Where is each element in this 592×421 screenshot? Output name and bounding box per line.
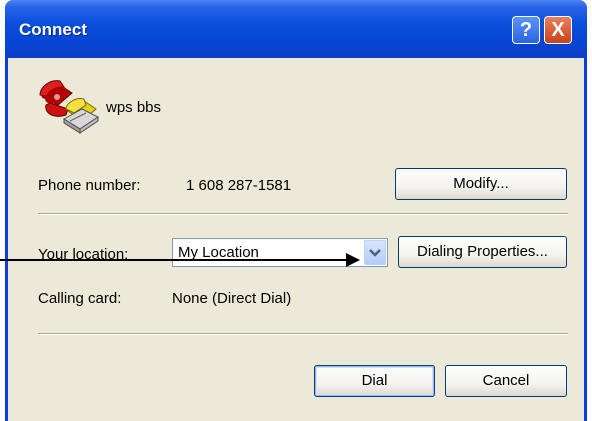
modify-button[interactable]: Modify... (395, 168, 567, 200)
dial-button[interactable]: Dial (314, 365, 435, 397)
close-button[interactable]: X (544, 16, 572, 44)
calling-card-label: Calling card: (38, 290, 122, 307)
title-bar[interactable]: Connect ? X (5, 0, 587, 58)
help-button[interactable]: ? (512, 16, 540, 44)
dropdown-arrow-button[interactable] (364, 240, 386, 265)
dialog-body: wps bbs Phone number: 1 608 287-1581 Mod… (8, 58, 584, 421)
separator (38, 213, 568, 215)
calling-card-value: None (Direct Dial) (172, 290, 292, 307)
telephone-icon (39, 80, 99, 134)
annotation-arrow-head (346, 253, 360, 267)
entry-name: wps bbs (106, 99, 162, 116)
phone-number-value: 1 608 287-1581 (186, 177, 292, 194)
annotation-arrow-line (0, 259, 352, 261)
window-title: Connect (19, 20, 87, 39)
connect-dialog: Connect ? X wps bbs Phone number: 1 608 … (5, 0, 587, 421)
cancel-button[interactable]: Cancel (445, 365, 567, 397)
separator (38, 333, 568, 335)
chevron-down-icon (369, 249, 381, 257)
dialing-properties-button[interactable]: Dialing Properties... (398, 236, 567, 268)
phone-number-label: Phone number: (38, 177, 141, 194)
